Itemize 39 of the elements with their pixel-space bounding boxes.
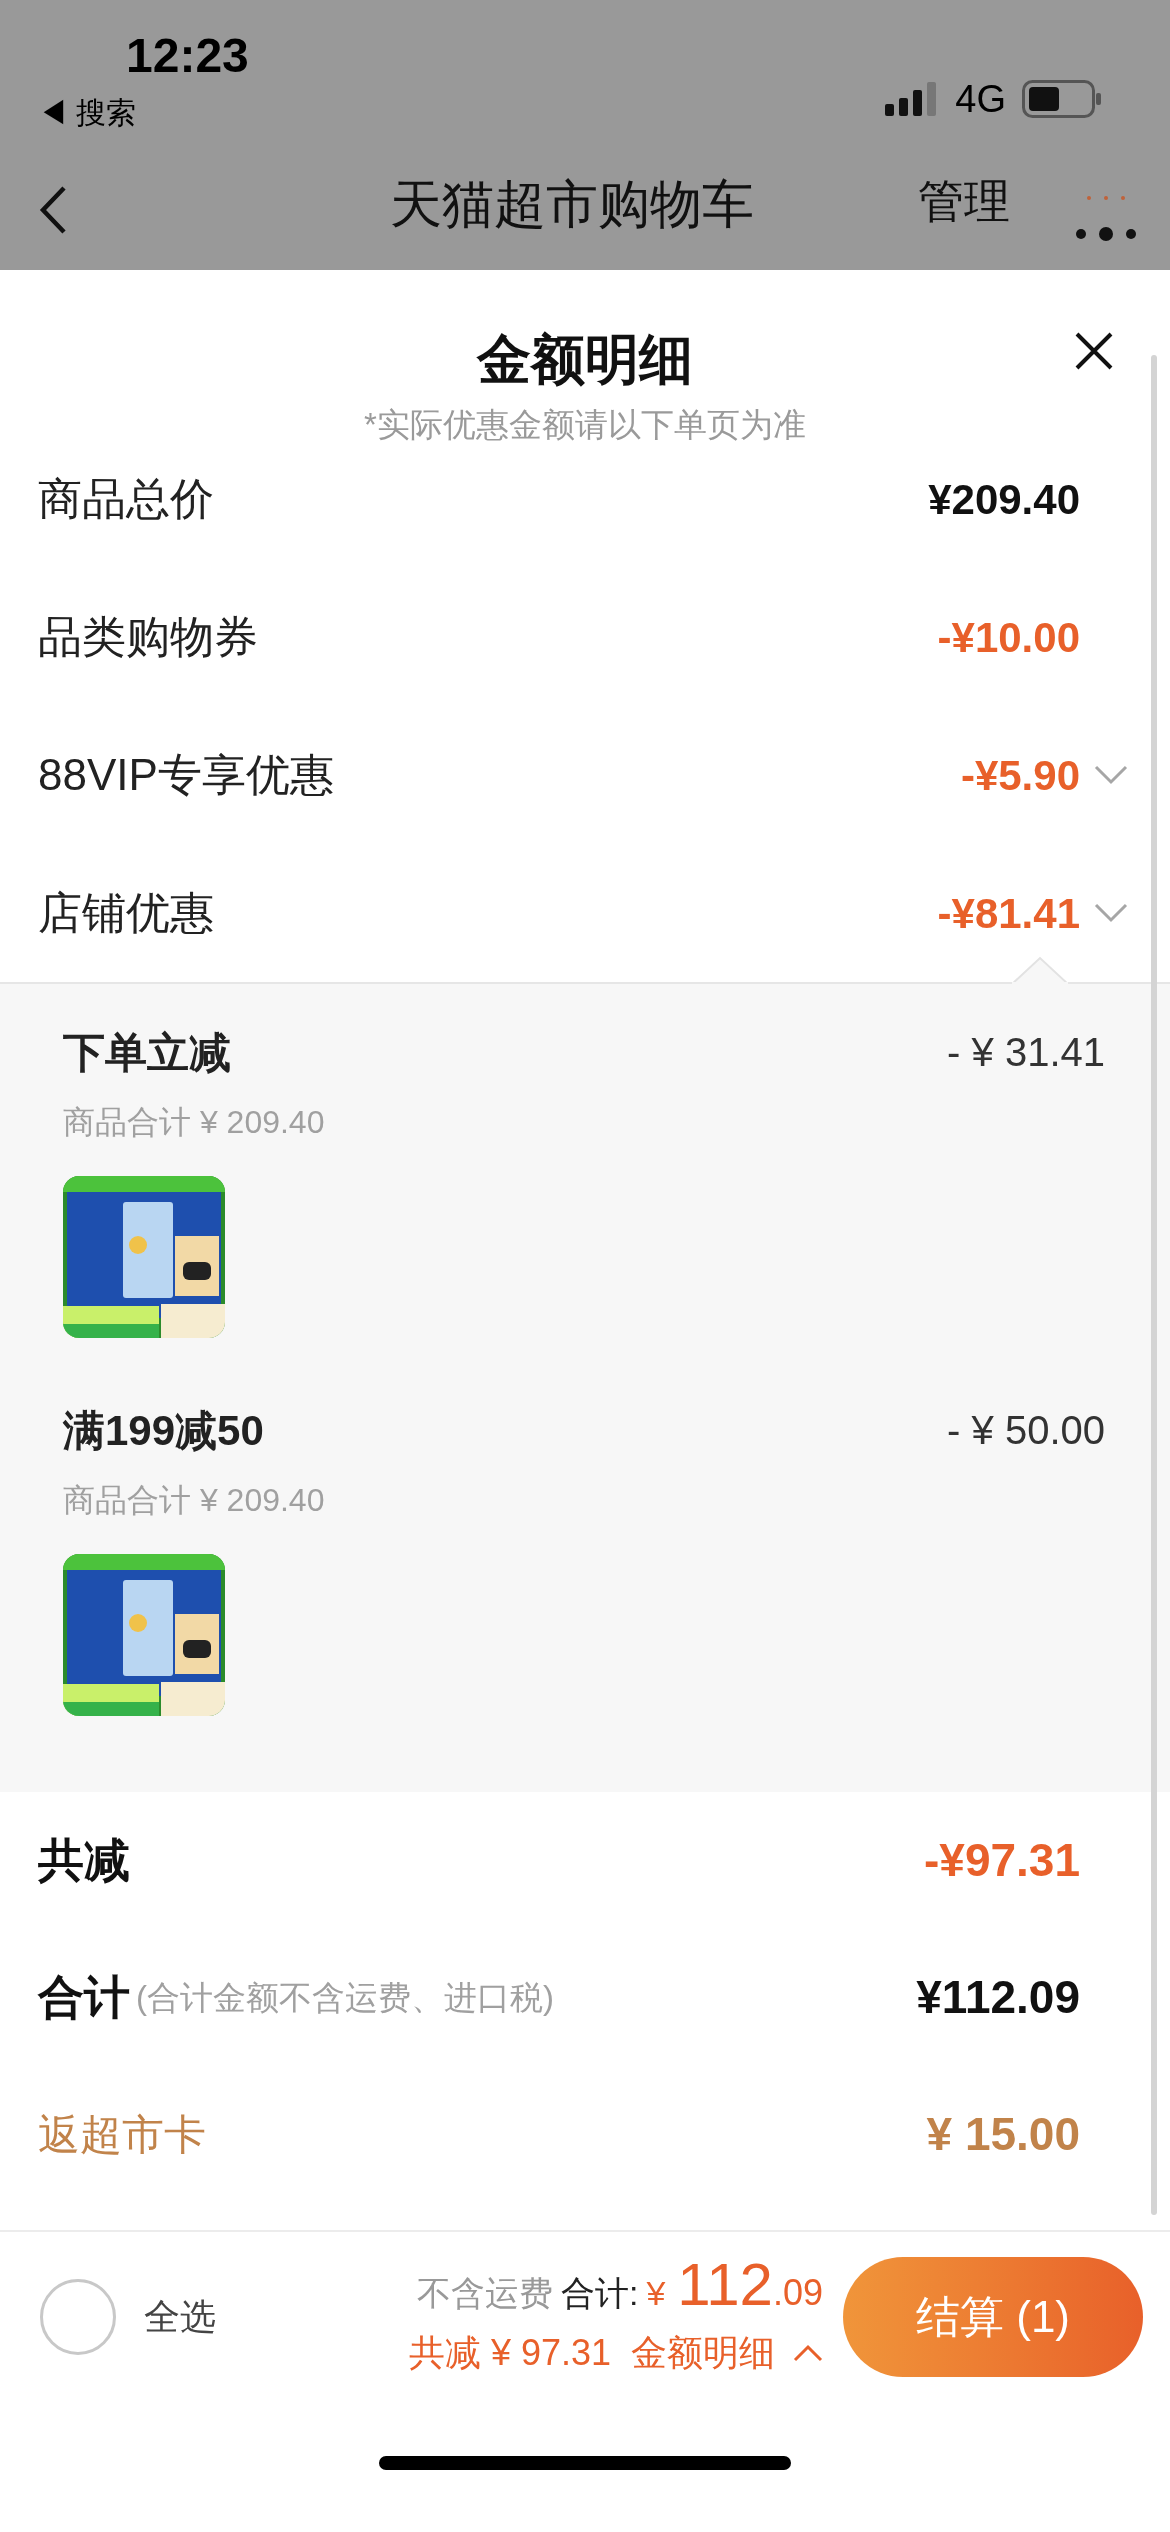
total-amount: ¥ 112.09	[646, 2254, 823, 2320]
summary-amount: ¥112.09	[916, 1970, 1080, 2025]
summary-label: 合计	[38, 1970, 130, 2025]
fee-label: 商品总价	[38, 473, 214, 525]
promotion-name: 满199减50	[63, 1405, 264, 1456]
select-all-checkbox[interactable]	[40, 2279, 116, 2355]
close-icon[interactable]	[1075, 332, 1113, 370]
promotion-name: 下单立减	[63, 1027, 231, 1078]
summary-amount: -¥97.31	[924, 1833, 1080, 1888]
back-to-search-link[interactable]: ◀ 搜索	[38, 98, 249, 128]
summary-note: (合计金额不含运费、进口税)	[136, 1977, 554, 2018]
page-title: 天猫超市购物车	[390, 178, 754, 230]
shipping-note: 不含运费	[416, 2272, 553, 2314]
summary-label: 共减	[38, 1833, 130, 1888]
network-type: 4G	[955, 80, 1006, 118]
reduction-total: 共减 ¥ 97.31	[408, 2330, 611, 2375]
product-subtotal: 商品合计 ¥ 209.40	[63, 1103, 326, 1142]
select-all-label[interactable]: 全选	[144, 2290, 216, 2344]
fee-label: 品类购物券	[38, 611, 258, 663]
total-label: 合计:	[560, 2272, 639, 2314]
promotion-amount: - ¥ 31.41	[947, 1029, 1105, 1076]
summary-label: 返超市卡	[38, 2110, 206, 2160]
status-time: 12:23	[126, 32, 249, 80]
fee-amount: -¥10.00	[937, 612, 1080, 663]
summary-amount: ¥ 15.00	[926, 2107, 1080, 2162]
fee-label: 88VIP专享优惠	[38, 749, 334, 801]
back-icon[interactable]	[38, 185, 68, 235]
sheet-note: *实际优惠金额请以下单页为准	[364, 408, 806, 441]
sheet-title: 金额明细	[477, 332, 693, 386]
fee-amount: -¥81.41	[937, 888, 1080, 939]
promotion-amount: - ¥ 50.00	[947, 1407, 1105, 1454]
fee-amount: -¥5.90	[960, 750, 1080, 801]
fee-amount: ¥209.40	[928, 474, 1080, 525]
fee-label: 店铺优惠	[38, 887, 214, 939]
manage-button[interactable]: 管理	[918, 178, 1010, 224]
chevron-up-icon	[793, 2343, 823, 2362]
product-subtotal: 商品合计 ¥ 209.40	[63, 1481, 326, 1520]
amount-details-button[interactable]: 金额明细	[631, 2325, 823, 2380]
battery-icon	[1022, 80, 1102, 118]
